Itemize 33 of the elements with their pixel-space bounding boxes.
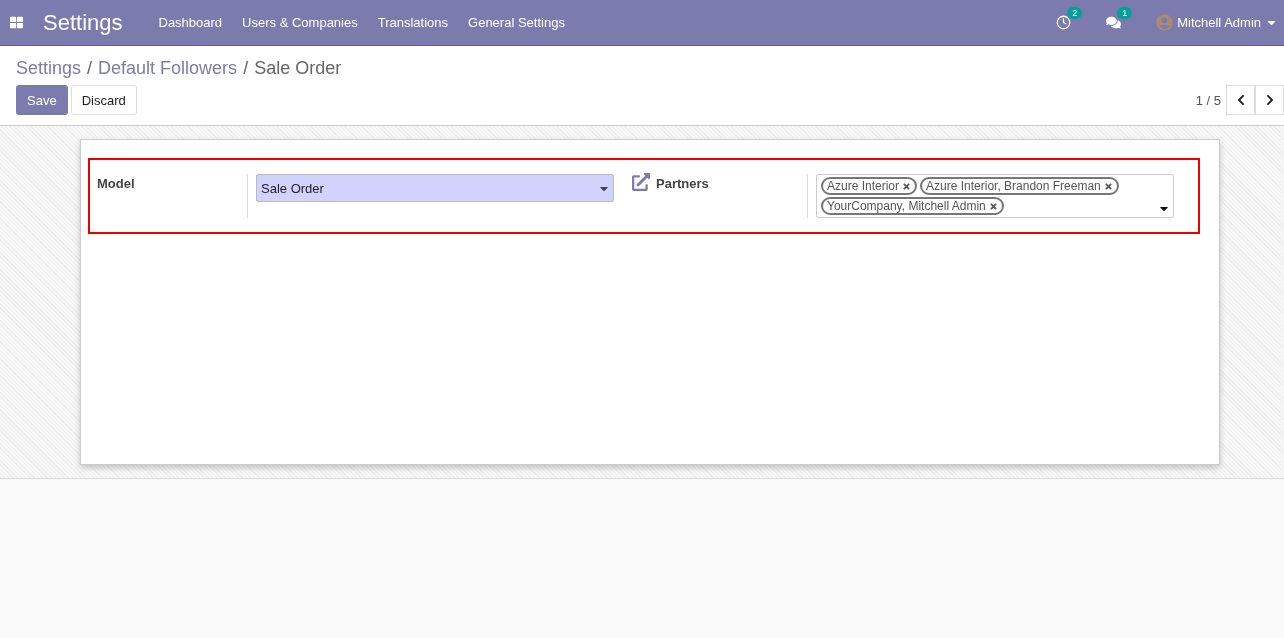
breadcrumb-link[interactable]: Default Followers — [98, 58, 238, 79]
external-link-icon[interactable] — [632, 173, 650, 191]
avatar-icon — [1156, 14, 1174, 31]
chat-icon[interactable] — [1106, 15, 1122, 30]
breadcrumb-link[interactable]: Settings — [16, 58, 82, 79]
partner-tag: Azure Interior, Brandon Freeman — [920, 177, 1119, 195]
menu-item[interactable]: Translations — [367, 15, 459, 30]
partner-tag: Azure Interior — [821, 177, 918, 195]
clock-icon[interactable] — [1056, 15, 1072, 30]
breadcrumb-separator: / — [87, 58, 93, 79]
remove-icon[interactable] — [1103, 181, 1113, 191]
next-button[interactable] — [1255, 85, 1284, 115]
breadcrumb-separator: / — [243, 58, 249, 79]
primary-button[interactable]: Save — [16, 85, 68, 115]
previous-button[interactable] — [1226, 85, 1255, 115]
field-label: Partners — [656, 175, 709, 193]
pager-counter: 1 / 5 — [1195, 92, 1221, 108]
current-page-title: Sale Order — [254, 58, 342, 79]
remove-icon[interactable] — [902, 181, 912, 191]
remove-icon[interactable] — [988, 201, 998, 211]
menu-item[interactable]: Dashboard — [148, 15, 233, 30]
field-label: Model — [97, 175, 136, 193]
partner-tag: YourCompany, Mitchell Admin — [821, 197, 1004, 215]
activity-count-badge: 2 — [1067, 7, 1083, 19]
message-count-badge: 1 — [1117, 7, 1133, 19]
menu-item[interactable]: Users & Companies — [232, 15, 368, 30]
secondary-button[interactable]: Discard — [70, 85, 137, 115]
partners-field[interactable]: Azure Interior Azure Interior, Brandon Freeman YourCompany, Mitchell Admin — [816, 174, 1174, 218]
apps-grid-icon[interactable] — [10, 16, 23, 29]
app-title: Settings — [43, 9, 123, 36]
model-select[interactable]: Sale Order — [256, 174, 614, 202]
user-menu[interactable]: Mitchell Admin — [1156, 14, 1278, 31]
menu-item[interactable]: General Settings — [458, 15, 575, 30]
